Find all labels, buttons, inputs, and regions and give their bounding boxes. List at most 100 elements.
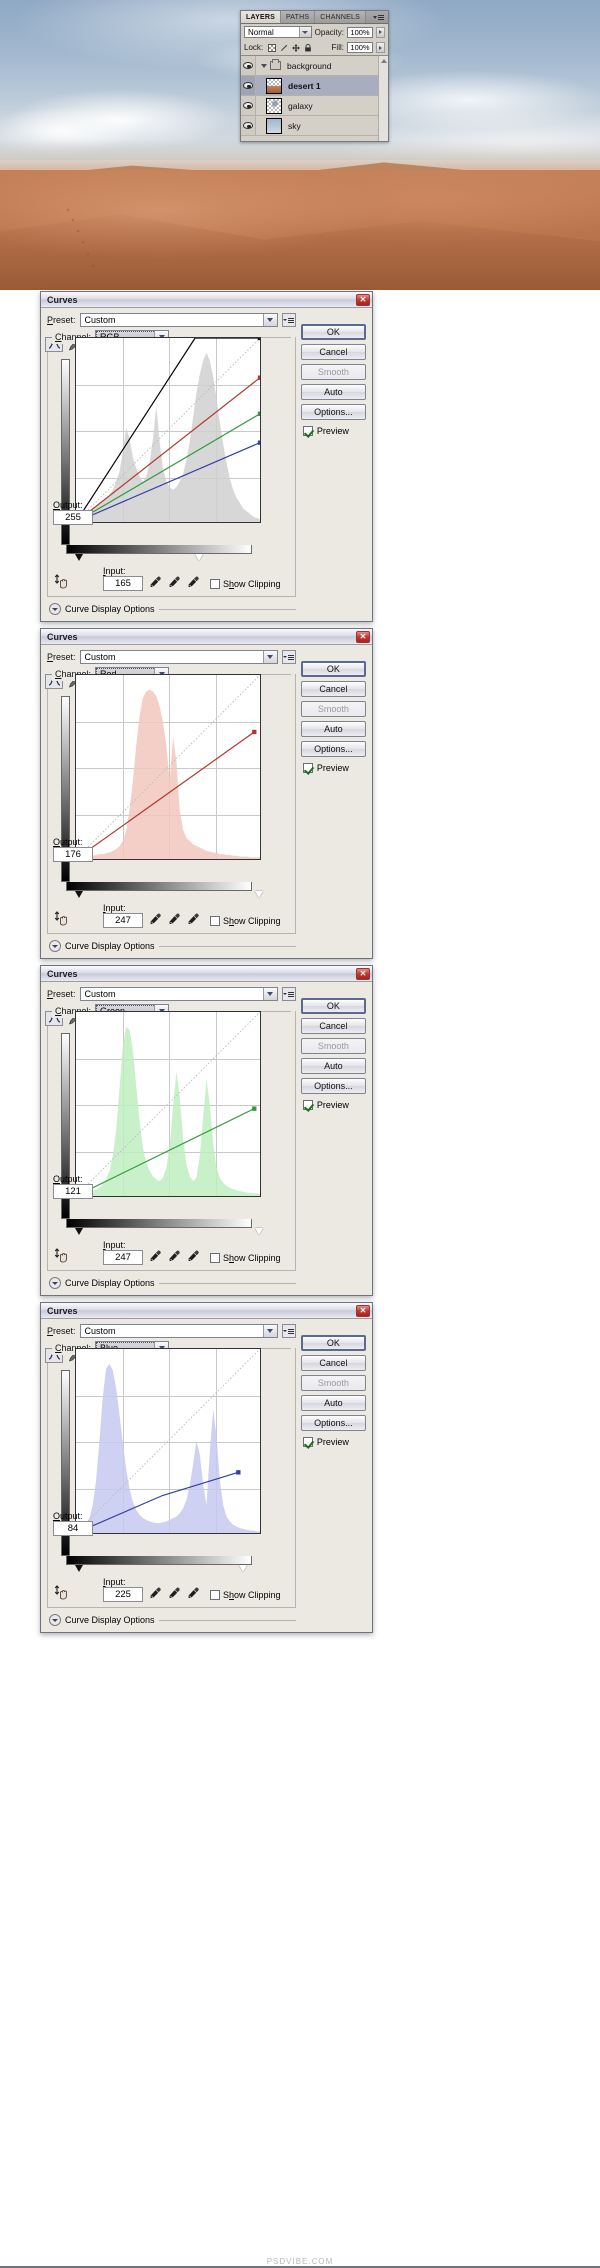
- preset-select[interactable]: Custom: [79, 987, 278, 1001]
- blackwhite-point-sliders[interactable]: [66, 891, 264, 901]
- dialog-title-bar[interactable]: Curves ✕: [41, 292, 372, 308]
- set-white-point-eyedropper-icon[interactable]: [187, 913, 200, 926]
- on-image-adjust-tool-icon[interactable]: [53, 573, 71, 591]
- preset-options-icon[interactable]: [281, 313, 296, 327]
- preview-checkbox[interactable]: [302, 426, 313, 436]
- layer-thumbnail-desert-1[interactable]: [266, 77, 282, 94]
- on-image-adjust-tool-icon[interactable]: [53, 1584, 71, 1602]
- close-icon[interactable]: ✕: [356, 967, 370, 980]
- chevron-down-icon[interactable]: [49, 1614, 61, 1626]
- fill-slider-arrow-icon[interactable]: [376, 42, 385, 53]
- panel-menu-icon[interactable]: [369, 11, 388, 23]
- layer-thumbnail-galaxy[interactable]: [266, 97, 282, 114]
- curve-display-options-row[interactable]: Curve Display Options: [47, 603, 296, 615]
- tab-layers[interactable]: LAYERS: [241, 11, 281, 23]
- on-image-adjust-tool-icon[interactable]: [53, 910, 71, 928]
- options-button[interactable]: Options...: [300, 1415, 366, 1431]
- curve-graph[interactable]: [75, 1011, 261, 1197]
- curve-graph[interactable]: [75, 1348, 261, 1534]
- preview-checkbox[interactable]: [302, 763, 313, 773]
- output-input[interactable]: 176: [53, 847, 93, 862]
- visibility-toggle-desert-1[interactable]: [241, 76, 256, 95]
- show-clipping-checkbox[interactable]: [210, 1590, 220, 1600]
- preset-select[interactable]: Custom: [79, 650, 278, 664]
- curves-rgb-dialog[interactable]: Curves✕Preset:CustomChannel:RGBOutput:25…: [40, 291, 373, 622]
- layer-row-desert-1[interactable]: desert 1: [241, 76, 388, 96]
- white-point-slider[interactable]: [255, 891, 264, 898]
- preset-options-icon[interactable]: [281, 1324, 296, 1338]
- blackwhite-point-sliders[interactable]: [66, 1565, 254, 1575]
- cancel-button[interactable]: Cancel: [300, 1355, 366, 1371]
- white-point-slider[interactable]: [255, 1228, 264, 1235]
- preset-options-icon[interactable]: [281, 987, 296, 1001]
- cancel-button[interactable]: Cancel: [300, 344, 366, 360]
- blackwhite-point-sliders[interactable]: [66, 1228, 264, 1238]
- input-input[interactable]: 225: [103, 1587, 143, 1602]
- on-image-adjust-tool-icon[interactable]: [53, 1247, 71, 1265]
- chevron-down-icon[interactable]: [298, 27, 311, 37]
- set-white-point-eyedropper-icon[interactable]: [187, 1587, 200, 1600]
- group-disclosure-triangle-icon[interactable]: [261, 63, 267, 68]
- chevron-down-icon[interactable]: [262, 1325, 277, 1337]
- curves-red-dialog[interactable]: Curves✕Preset:CustomChannel:RedOutput:17…: [40, 628, 373, 959]
- chevron-down-icon[interactable]: [49, 940, 61, 952]
- output-input[interactable]: 84: [53, 1521, 93, 1536]
- ok-button[interactable]: OK: [300, 1335, 366, 1351]
- set-gray-point-eyedropper-icon[interactable]: [168, 576, 181, 589]
- dialog-title-bar[interactable]: Curves ✕: [41, 966, 372, 982]
- set-white-point-eyedropper-icon[interactable]: [187, 1250, 200, 1263]
- layers-scrollbar[interactable]: [378, 56, 388, 141]
- preview-checkbox-row[interactable]: Preview: [301, 1100, 366, 1110]
- show-clipping-checkbox-row[interactable]: Show Clipping: [210, 1590, 281, 1602]
- chevron-down-icon[interactable]: [49, 1277, 61, 1289]
- preview-checkbox[interactable]: [302, 1437, 313, 1447]
- show-clipping-checkbox[interactable]: [210, 1253, 220, 1263]
- lock-transparent-pixels-icon[interactable]: [268, 43, 277, 52]
- show-clipping-checkbox-row[interactable]: Show Clipping: [210, 579, 281, 591]
- lock-position-icon[interactable]: [292, 43, 301, 52]
- auto-button[interactable]: Auto: [300, 384, 366, 400]
- options-button[interactable]: Options...: [300, 404, 366, 420]
- set-gray-point-eyedropper-icon[interactable]: [168, 1587, 181, 1600]
- set-black-point-eyedropper-icon[interactable]: [149, 1250, 162, 1263]
- chevron-down-icon[interactable]: [49, 603, 61, 615]
- blackwhite-point-sliders[interactable]: [66, 554, 254, 564]
- opacity-slider-arrow-icon[interactable]: [376, 26, 385, 38]
- options-button[interactable]: Options...: [300, 741, 366, 757]
- curves-green-dialog[interactable]: Curves✕Preset:CustomChannel:GreenOutput:…: [40, 965, 373, 1296]
- lock-image-pixels-icon[interactable]: [280, 44, 288, 52]
- chevron-down-icon[interactable]: [262, 651, 277, 663]
- input-input[interactable]: 247: [103, 913, 143, 928]
- options-button[interactable]: Options...: [300, 1078, 366, 1094]
- layer-row-galaxy[interactable]: galaxy: [241, 96, 388, 116]
- output-input[interactable]: 255: [53, 510, 93, 525]
- preview-checkbox-row[interactable]: Preview: [301, 426, 366, 436]
- curves-blue-dialog[interactable]: Curves✕Preset:CustomChannel:BlueOutput:8…: [40, 1302, 373, 1633]
- input-input[interactable]: 165: [103, 576, 143, 591]
- black-point-slider[interactable]: [75, 891, 83, 898]
- set-white-point-eyedropper-icon[interactable]: [187, 576, 200, 589]
- chevron-down-icon[interactable]: [262, 988, 277, 1000]
- layer-thumbnail-sky[interactable]: [266, 117, 282, 134]
- smooth-button[interactable]: Smooth: [300, 701, 366, 717]
- preview-checkbox-row[interactable]: Preview: [301, 1437, 366, 1447]
- black-point-slider[interactable]: [75, 1228, 83, 1235]
- preset-select[interactable]: Custom: [79, 313, 278, 327]
- lock-all-icon[interactable]: [304, 43, 312, 52]
- set-gray-point-eyedropper-icon[interactable]: [168, 1250, 181, 1263]
- dialog-title-bar[interactable]: Curves ✕: [41, 1303, 372, 1319]
- preview-checkbox[interactable]: [302, 1100, 313, 1110]
- set-black-point-eyedropper-icon[interactable]: [149, 913, 162, 926]
- layers-panel[interactable]: LAYERS PATHS CHANNELS Normal Opacity: 10…: [240, 10, 389, 142]
- set-black-point-eyedropper-icon[interactable]: [149, 1587, 162, 1600]
- auto-button[interactable]: Auto: [300, 721, 366, 737]
- curve-display-options-row[interactable]: Curve Display Options: [47, 1614, 296, 1626]
- visibility-toggle-galaxy[interactable]: [241, 96, 256, 115]
- preset-options-icon[interactable]: [281, 650, 296, 664]
- layer-row-sky[interactable]: sky: [241, 116, 388, 136]
- opacity-input[interactable]: 100%: [347, 26, 373, 38]
- curve-display-options-row[interactable]: Curve Display Options: [47, 1277, 296, 1289]
- auto-button[interactable]: Auto: [300, 1058, 366, 1074]
- tab-paths[interactable]: PATHS: [280, 11, 316, 23]
- smooth-button[interactable]: Smooth: [300, 1375, 366, 1391]
